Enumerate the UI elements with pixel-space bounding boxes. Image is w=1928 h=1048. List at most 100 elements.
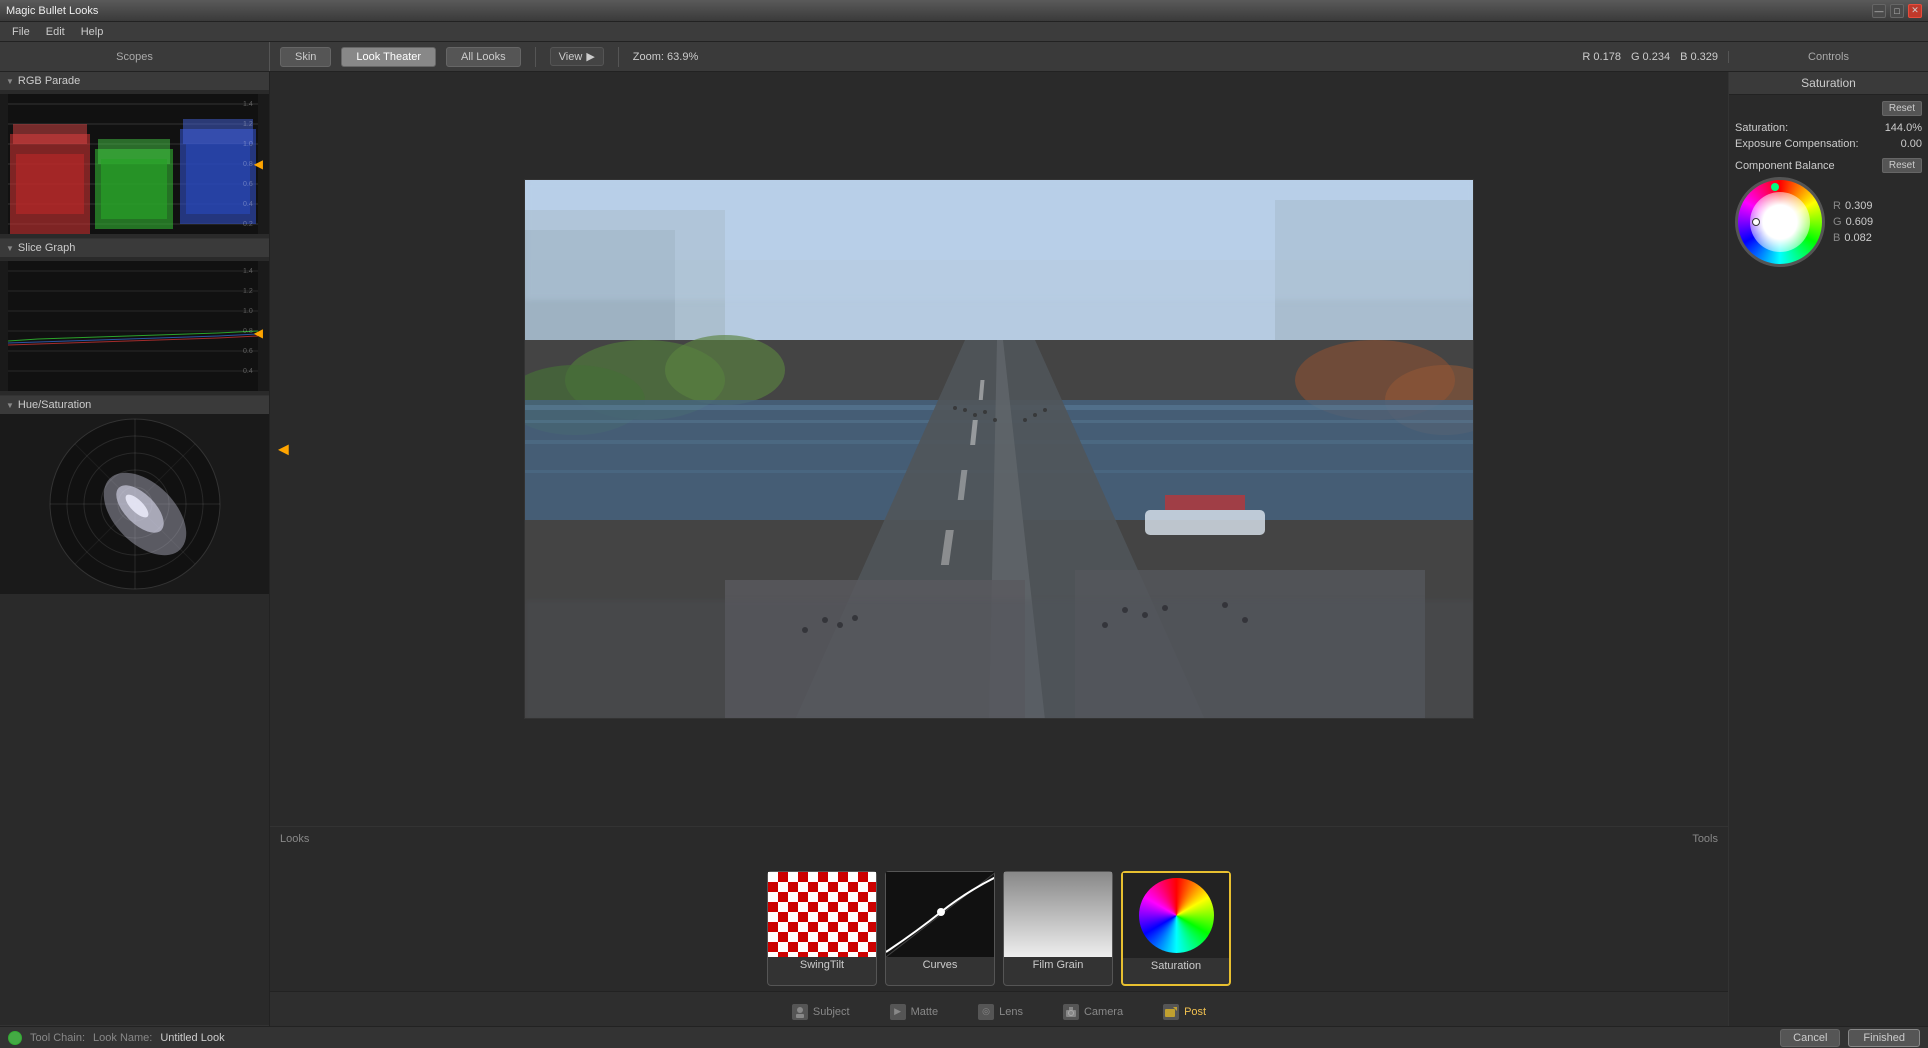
subject-icon (792, 1004, 808, 1020)
lens-icon: ◎ (978, 1004, 994, 1020)
reset-button-1[interactable]: Reset (1882, 101, 1922, 116)
tab-all-looks[interactable]: All Looks (446, 47, 521, 67)
svg-text:0.8: 0.8 (243, 161, 253, 168)
nav-camera[interactable]: Camera (1063, 1004, 1123, 1020)
slice-collapse-icon[interactable]: ▼ (6, 244, 14, 253)
slice-graph-label: Slice Graph (18, 242, 75, 254)
curves-thumb (886, 872, 994, 957)
rgb-parade-section: ▼ RGB Parade (0, 72, 269, 239)
saturation-thumb (1123, 873, 1229, 958)
hue-sat-section: ▼ Hue/Saturation (0, 396, 269, 1026)
nav-matte[interactable]: ▶ Matte (890, 1004, 939, 1020)
nav-subject[interactable]: Subject (792, 1004, 850, 1020)
toolbar-scopes-section: Scopes (0, 42, 270, 71)
g-value: 0.609 (1846, 216, 1874, 228)
post-icon (1163, 1004, 1179, 1020)
g-readout: G 0.609 (1833, 216, 1873, 228)
scopes-panel: ▼ RGB Parade (0, 72, 270, 1026)
saturation-color-wheel (1139, 878, 1214, 953)
tool-card-filmgrain[interactable]: Film Grain (1003, 871, 1113, 986)
nav-post[interactable]: Post (1163, 1004, 1206, 1020)
camera-icon (1063, 1004, 1079, 1020)
hue-sat-content (0, 414, 269, 594)
color-readout-g: G 0.234 (1631, 51, 1670, 63)
nav-lens[interactable]: ◎ Lens (978, 1004, 1023, 1020)
tool-chain-label: Tool Chain: (30, 1032, 85, 1044)
rgb-parade-content: 1.4 1.2 1.0 0.8 0.6 0.4 0.2 ◀ (0, 94, 269, 234)
zoom-label: Zoom: 63.9% (633, 51, 698, 63)
slice-graph-header: ▼ Slice Graph (0, 239, 269, 257)
b-label: B (1833, 232, 1840, 244)
tools-label: Tools (1692, 833, 1718, 845)
controls-body: Reset Saturation: 144.0% Exposure Compen… (1729, 95, 1928, 1026)
svg-text:1.4: 1.4 (243, 101, 253, 108)
component-balance-label: Component Balance (1735, 160, 1835, 172)
color-wheel[interactable] (1735, 177, 1825, 267)
nav-matte-label: Matte (911, 1006, 939, 1018)
r-label: R (1833, 200, 1841, 212)
filmgrain-bg (1004, 872, 1112, 957)
saturation-label: Saturation (1151, 958, 1201, 974)
toolbar-divider-2 (618, 47, 619, 67)
finished-button[interactable]: Finished (1848, 1029, 1920, 1047)
tool-card-curves[interactable]: Curves (885, 871, 995, 986)
titlebar: Magic Bullet Looks — □ ✕ (0, 0, 1928, 22)
color-readout-r: R 0.178 (1582, 51, 1621, 63)
color-wheel-green-dot (1771, 183, 1779, 191)
slice-graph-content: 1.4 1.2 1.0 0.8 0.6 0.4 ◀ (0, 261, 269, 391)
menu-help[interactable]: Help (73, 24, 112, 40)
menu-file[interactable]: File (4, 24, 38, 40)
filmgrain-thumb (1004, 872, 1112, 957)
center-column: ◀ (270, 72, 1728, 1026)
titlebar-title: Magic Bullet Looks (6, 5, 1872, 17)
looks-label: Looks (280, 833, 309, 845)
rgb-parade-header: ▼ RGB Parade (0, 72, 269, 90)
slice-graph-canvas: 1.4 1.2 1.0 0.8 0.6 0.4 (8, 261, 258, 391)
rgb-parade-label: RGB Parade (18, 75, 80, 87)
menu-edit[interactable]: Edit (38, 24, 73, 40)
minimize-btn[interactable]: — (1872, 4, 1886, 18)
huesat-collapse-icon[interactable]: ▼ (6, 401, 14, 410)
exposure-value: 0.00 (1901, 138, 1922, 150)
looks-tools-row: Looks Tools (270, 827, 1728, 851)
preview-image (524, 179, 1474, 719)
tool-card-swingtilt[interactable]: SwingTilt (767, 871, 877, 986)
tool-cards-row: SwingTilt Curves (270, 851, 1728, 991)
tab-look-theater[interactable]: Look Theater (341, 47, 436, 67)
controls-label: Controls (1808, 51, 1849, 63)
preview-area: ◀ (270, 72, 1728, 826)
right-panel: Saturation Reset Saturation: 144.0% Expo… (1728, 72, 1928, 1026)
status-bar: Tool Chain: Look Name: Untitled Look Can… (0, 1026, 1928, 1048)
svg-text:0.6: 0.6 (243, 181, 253, 188)
curves-label: Curves (923, 957, 958, 973)
nav-strip: Subject ▶ Matte ◎ Lens (270, 991, 1728, 1031)
svg-text:1.0: 1.0 (243, 308, 253, 315)
svg-text:1.4: 1.4 (243, 268, 253, 275)
main-toolbar: Scopes Skin Look Theater All Looks View … (0, 42, 1928, 72)
hue-sat-label: Hue/Saturation (18, 399, 91, 411)
svg-text:0.2: 0.2 (243, 221, 253, 228)
tab-skin[interactable]: Skin (280, 47, 331, 67)
saturation-label-ctrl: Saturation: (1735, 122, 1788, 134)
tool-card-saturation[interactable]: Saturation (1121, 871, 1231, 986)
close-btn[interactable]: ✕ (1908, 4, 1922, 18)
cancel-button[interactable]: Cancel (1780, 1029, 1840, 1047)
svg-text:0.8: 0.8 (243, 328, 253, 335)
svg-text:1.2: 1.2 (243, 121, 253, 128)
filmgrain-label: Film Grain (1033, 957, 1084, 973)
reset-button-2[interactable]: Reset (1882, 158, 1922, 173)
view-button[interactable]: View ▶ (550, 47, 604, 66)
tool-chain-toggle[interactable] (8, 1031, 22, 1045)
saturation-row: Saturation: 144.0% (1735, 122, 1922, 134)
svg-text:0.4: 0.4 (243, 368, 253, 375)
titlebar-buttons: — □ ✕ (1872, 4, 1922, 18)
menubar: File Edit Help (0, 22, 1928, 42)
slice-graph-section: ▼ Slice Graph (0, 239, 269, 396)
component-balance-row: Component Balance Reset (1735, 158, 1922, 173)
hue-sat-header: ▼ Hue/Saturation (0, 396, 269, 414)
bottom-strip: Looks Tools SwingTilt (270, 826, 1728, 1026)
swingtilt-label: SwingTilt (800, 957, 844, 973)
maximize-btn[interactable]: □ (1890, 4, 1904, 18)
svg-text:0.4: 0.4 (243, 201, 253, 208)
collapse-icon[interactable]: ▼ (6, 77, 14, 86)
